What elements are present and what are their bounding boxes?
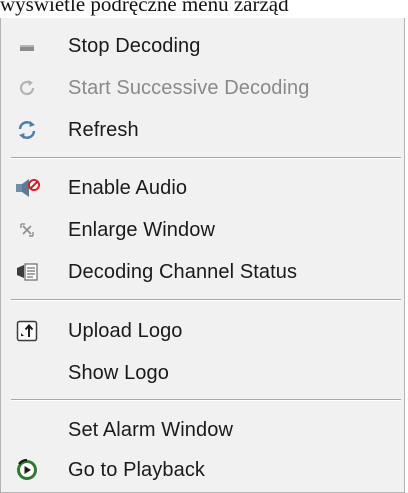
menu-item-stop-decoding[interactable]: Stop Decoding bbox=[1, 25, 406, 67]
stop-decoding-icon bbox=[14, 33, 40, 59]
menu-item-enlarge-window[interactable]: Enlarge Window bbox=[1, 209, 406, 251]
menu-item-label: Set Alarm Window bbox=[68, 418, 233, 441]
menu-item-enable-audio[interactable]: Enable Audio bbox=[1, 167, 406, 209]
speaker-muted-icon bbox=[14, 175, 40, 201]
refresh-icon bbox=[14, 117, 40, 143]
upload-logo-icon bbox=[14, 318, 40, 344]
menu-item-set-alarm-window[interactable]: Set Alarm Window bbox=[1, 409, 406, 451]
menu-separator bbox=[11, 157, 401, 159]
menu-item-show-logo[interactable]: Show Logo bbox=[1, 352, 406, 394]
menu-item-decoding-channel-status[interactable]: Decoding Channel Status bbox=[1, 251, 406, 293]
menu-item-label: Stop Decoding bbox=[68, 34, 201, 57]
enlarge-window-icon bbox=[14, 217, 40, 243]
menu-separator bbox=[11, 299, 401, 301]
channel-status-icon bbox=[14, 259, 40, 285]
menu-item-go-to-playback[interactable]: Go to Playback bbox=[1, 449, 406, 491]
menu-item-start-successive-decoding[interactable]: Start Successive Decoding bbox=[1, 67, 406, 109]
menu-item-label: Go to Playback bbox=[68, 458, 206, 481]
menu-item-label: Show Logo bbox=[68, 361, 169, 384]
menu-item-refresh[interactable]: Refresh bbox=[1, 109, 406, 151]
playback-icon bbox=[14, 457, 40, 483]
document-caption: wyświetle podręczne menu zarząd bbox=[0, 0, 289, 16]
context-menu: Stop Decoding Start Successive Decoding … bbox=[0, 18, 405, 493]
menu-item-label: Enable Audio bbox=[68, 176, 188, 199]
menu-item-label: Refresh bbox=[68, 118, 139, 141]
menu-item-label: Start Successive Decoding bbox=[68, 76, 310, 99]
menu-item-label: Enlarge Window bbox=[68, 218, 216, 241]
menu-item-label: Decoding Channel Status bbox=[68, 260, 298, 283]
menu-item-upload-logo[interactable]: Upload Logo bbox=[1, 310, 406, 352]
menu-separator bbox=[11, 399, 401, 401]
menu-item-label: Upload Logo bbox=[68, 319, 183, 342]
start-successive-decoding-icon bbox=[14, 75, 40, 101]
